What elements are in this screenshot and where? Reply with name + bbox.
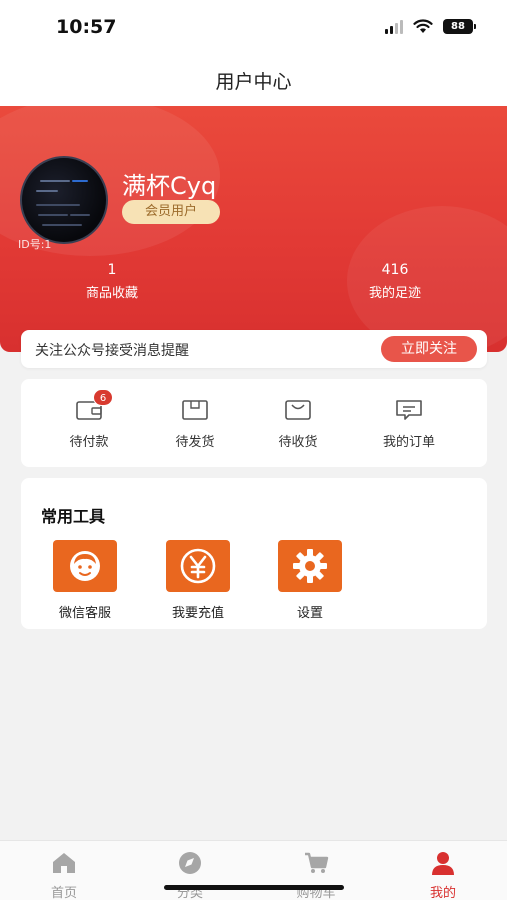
stat-label: 商品收藏 xyxy=(85,286,138,301)
tool-label: 我要充值 xyxy=(171,606,224,621)
tool-recharge[interactable]: 我要充值 xyxy=(148,540,248,621)
tool-settings[interactable]: 设置 xyxy=(260,540,360,621)
stat-favorites[interactable]: 1 商品收藏 xyxy=(62,262,162,301)
user-icon xyxy=(432,852,454,875)
stat-value: 416 xyxy=(381,262,409,278)
nav-bar: 用户中心 xyxy=(0,52,507,106)
tab-home[interactable]: 首页 xyxy=(24,850,104,900)
order-label: 待收货 xyxy=(278,435,318,450)
user-id: ID号:1 xyxy=(18,238,52,251)
follow-button[interactable]: 立即关注 xyxy=(381,336,477,362)
status-icons: 88 xyxy=(385,19,476,34)
order-my-orders[interactable]: 我的订单 xyxy=(359,399,459,450)
cart-icon xyxy=(305,852,329,873)
stat-value: 1 xyxy=(107,262,117,278)
stat-footprints[interactable]: 416 我的足迹 xyxy=(345,262,445,301)
home-indicator xyxy=(164,885,344,890)
page-title: 用户中心 xyxy=(215,71,292,93)
tools-card: 常用工具 微信客服 我要充值 设置 xyxy=(21,478,487,629)
box-icon xyxy=(181,399,209,421)
signal-icon xyxy=(385,19,403,34)
tab-bar: 首页 分类 购物车 我的 xyxy=(0,840,507,900)
order-label: 待付款 xyxy=(69,435,109,450)
orders-card: 6 待付款 待发货 待收货 我的订单 xyxy=(21,379,487,467)
profile-header: 满杯Cyq 会员用户 ID号:1 1 商品收藏 416 我的足迹 xyxy=(0,106,507,352)
tool-label: 微信客服 xyxy=(58,606,111,621)
tab-category[interactable]: 分类 xyxy=(150,850,230,900)
tab-mine[interactable]: 我的 xyxy=(403,850,483,900)
stat-label: 我的足迹 xyxy=(368,286,421,301)
status-bar: 10:57 88 xyxy=(0,0,507,52)
avatar[interactable] xyxy=(20,156,108,244)
tab-label: 首页 xyxy=(50,886,77,900)
order-pending-payment[interactable]: 6 待付款 xyxy=(39,389,139,450)
follow-text: 关注公众号接受消息提醒 xyxy=(35,343,189,359)
package-icon xyxy=(284,399,312,421)
message-icon xyxy=(395,399,423,421)
tab-label: 我的 xyxy=(429,886,456,900)
order-pending-receipt[interactable]: 待收货 xyxy=(248,399,348,450)
status-time: 10:57 xyxy=(56,16,117,38)
order-pending-shipment[interactable]: 待发货 xyxy=(145,399,245,450)
order-label: 待发货 xyxy=(175,435,215,450)
wallet-icon: 6 xyxy=(75,389,113,421)
order-label: 我的订单 xyxy=(382,435,435,450)
member-badge: 会员用户 xyxy=(122,200,220,224)
gear-icon xyxy=(278,540,342,592)
username: 满杯Cyq xyxy=(122,172,217,200)
tab-cart[interactable]: 购物车 xyxy=(276,850,356,900)
follow-banner: 关注公众号接受消息提醒 立即关注 xyxy=(21,330,487,368)
tool-label: 设置 xyxy=(296,606,323,621)
battery-icon: 88 xyxy=(443,19,476,34)
compass-icon xyxy=(179,852,201,874)
yen-icon xyxy=(166,540,230,592)
home-icon xyxy=(53,853,75,873)
order-badge: 6 xyxy=(93,389,113,406)
tool-customer-service[interactable]: 微信客服 xyxy=(35,540,135,621)
wifi-icon xyxy=(413,19,433,33)
tools-title: 常用工具 xyxy=(41,507,106,526)
customer-service-icon xyxy=(53,540,117,592)
